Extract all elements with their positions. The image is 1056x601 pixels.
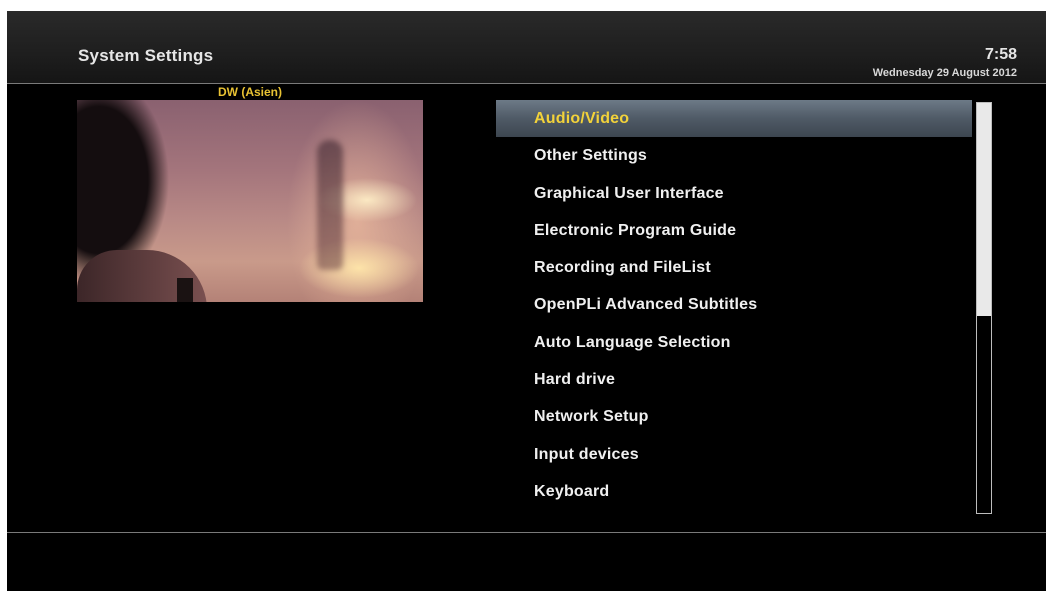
channel-name: DW (Asien) xyxy=(218,85,282,99)
menu-item-keyboard[interactable]: Keyboard xyxy=(496,473,972,510)
menu-item-electronic-program-guide[interactable]: Electronic Program Guide xyxy=(496,212,972,249)
menu-item-openpli-advanced-subtitles[interactable]: OpenPLi Advanced Subtitles xyxy=(496,286,972,323)
video-preview xyxy=(77,100,423,302)
menu-item-other-settings[interactable]: Other Settings xyxy=(496,137,972,174)
page-title: System Settings xyxy=(78,46,214,65)
header-divider xyxy=(7,83,1046,84)
menu-item-recording-and-filelist[interactable]: Recording and FileList xyxy=(496,249,972,286)
clock-time: 7:58 xyxy=(984,46,1017,63)
scrollbar-thumb[interactable] xyxy=(977,103,991,316)
menu-item-audio-video[interactable]: Audio/Video xyxy=(496,100,972,138)
tv-screen: System Settings 7:58 Wednesday 29 August… xyxy=(7,11,1046,591)
clock-date: Wednesday 29 August 2012 xyxy=(872,67,1017,79)
header-bar: System Settings 7:58 Wednesday 29 August… xyxy=(7,11,1046,83)
menu-scrollbar[interactable] xyxy=(976,102,992,514)
preview-strap xyxy=(177,278,193,302)
menu-item-graphical-user-interface[interactable]: Graphical User Interface xyxy=(496,175,972,212)
footer-divider xyxy=(7,532,1046,533)
menu-item-input-devices[interactable]: Input devices xyxy=(496,436,972,473)
menu-item-auto-language-selection[interactable]: Auto Language Selection xyxy=(496,324,972,361)
settings-menu[interactable]: Audio/Video Other Settings Graphical Use… xyxy=(496,100,972,510)
preview-figure xyxy=(317,140,343,270)
menu-item-network-setup[interactable]: Network Setup xyxy=(496,398,972,435)
menu-item-hard-drive[interactable]: Hard drive xyxy=(496,361,972,398)
